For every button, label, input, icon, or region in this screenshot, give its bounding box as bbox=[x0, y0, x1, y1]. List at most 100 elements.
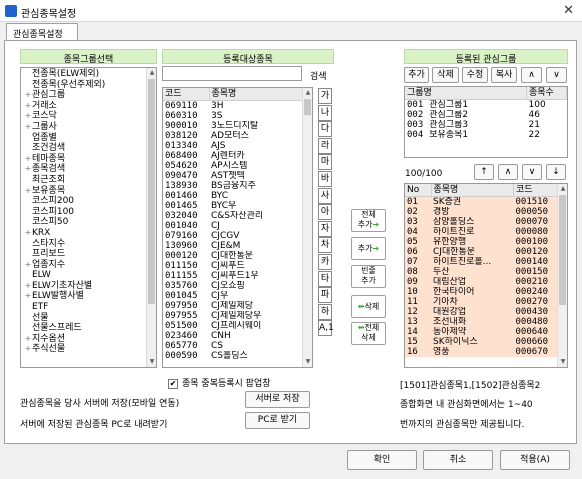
table-row[interactable]: 02 경방 000050 bbox=[405, 207, 558, 217]
tree-item[interactable]: +KRX bbox=[24, 228, 156, 239]
table-row[interactable]: 08 두산 000150 bbox=[405, 267, 558, 277]
add-blank-row-button[interactable]: 빈줄 추가 bbox=[351, 265, 386, 288]
table-row[interactable]: 065770 CS bbox=[163, 341, 303, 351]
table-row[interactable]: 000120 CJ대한통운 bbox=[163, 251, 303, 261]
table-row[interactable]: 035760 CJ오쇼핑 bbox=[163, 281, 303, 291]
scroll-down-icon[interactable]: ▼ bbox=[558, 357, 567, 367]
table-row[interactable]: 060310 3S bbox=[163, 111, 303, 121]
table-row[interactable]: 090470 AST젯텍 bbox=[163, 171, 303, 181]
col-code[interactable]: 코드 bbox=[163, 88, 210, 101]
table-row[interactable]: 097955 CJ제일제당우 bbox=[163, 311, 303, 321]
tree-item[interactable]: +그룹사 bbox=[24, 122, 156, 133]
scroll-up-icon[interactable]: ▲ bbox=[558, 184, 567, 194]
tree-item[interactable]: +종목검색 bbox=[24, 164, 156, 175]
consonant-filter-button[interactable]: 마 bbox=[318, 154, 332, 171]
delete-all-button[interactable]: ⬅전체 삭제 bbox=[351, 322, 386, 345]
group-row[interactable]: 001 관심그룹1 100 bbox=[405, 100, 567, 110]
table-row[interactable]: 07 하이트진로홀... 000140 bbox=[405, 257, 558, 267]
scroll-thumb[interactable] bbox=[148, 79, 155, 304]
tree-item[interactable]: 프리보드 bbox=[24, 249, 156, 260]
tree-item[interactable]: +거래소 bbox=[24, 101, 156, 112]
table-row[interactable]: 069110 3H bbox=[163, 101, 303, 112]
tree-item[interactable]: 코스피50 bbox=[24, 217, 156, 228]
tab-watchlist-settings[interactable]: 관심종목설정 bbox=[6, 23, 78, 41]
table-row[interactable]: 04 하이트진로 000080 bbox=[405, 227, 558, 237]
cancel-button[interactable]: 취소 bbox=[423, 450, 493, 470]
col-no[interactable]: No bbox=[405, 184, 432, 197]
consonant-filter-button[interactable]: 카 bbox=[318, 254, 332, 270]
group-edit-button[interactable]: 수정 bbox=[462, 67, 488, 83]
tree-item[interactable]: +ELW기초자산별 bbox=[24, 281, 156, 292]
consonant-filter-button[interactable]: 타 bbox=[318, 270, 332, 287]
expand-icon[interactable]: + bbox=[24, 344, 32, 355]
consonant-filter-button[interactable]: 사 bbox=[318, 187, 332, 204]
tree-item[interactable]: +관심그룹 bbox=[24, 90, 156, 101]
group-stock-list[interactable]: No 종목명 코드 01 SK증권 001510 02 경방 000050 03 삼양홀딩스 0… bbox=[404, 183, 568, 368]
consonant-filter-button[interactable]: 파 bbox=[318, 287, 332, 304]
table-row[interactable]: 013340 AJS bbox=[163, 141, 303, 151]
expand-icon[interactable]: + bbox=[24, 228, 32, 239]
scroll-up-icon[interactable]: ▲ bbox=[303, 88, 312, 98]
table-row[interactable]: 15 SK하이닉스 000660 bbox=[405, 337, 558, 347]
tree-item[interactable]: 스타지수 bbox=[24, 239, 156, 250]
tree-item[interactable]: ETF bbox=[24, 302, 156, 313]
group-tree-scrollbar[interactable]: ▲ ▼ bbox=[146, 68, 156, 367]
expand-icon[interactable]: + bbox=[24, 90, 32, 101]
table-row[interactable]: 138930 BS금융지주 bbox=[163, 181, 303, 191]
tree-item[interactable]: 조건검색 bbox=[24, 143, 156, 154]
table-row[interactable]: 011150 CJ씨푸드 bbox=[163, 261, 303, 271]
scroll-up-icon[interactable]: ▲ bbox=[147, 68, 156, 78]
tree-item[interactable]: +업종지수 bbox=[24, 260, 156, 271]
consonant-filter-button[interactable]: 라 bbox=[318, 137, 332, 154]
expand-icon[interactable]: + bbox=[24, 334, 32, 345]
close-icon[interactable]: ✕ bbox=[563, 3, 574, 18]
tree-item[interactable]: 전종목(ELW제외) bbox=[24, 69, 156, 80]
table-row[interactable]: 097950 CJ제일제당 bbox=[163, 301, 303, 311]
consonant-filter-button[interactable]: 가 bbox=[318, 88, 332, 104]
move-bottom-button[interactable]: ↓ bbox=[546, 164, 566, 180]
expand-icon[interactable]: + bbox=[24, 101, 32, 112]
consonant-filter-button[interactable]: 다 bbox=[318, 121, 332, 138]
search-input[interactable] bbox=[162, 66, 302, 81]
tree-item[interactable]: +코스닥 bbox=[24, 111, 156, 122]
table-row[interactable]: 054620 AP시스템 bbox=[163, 161, 303, 171]
checkbox-check-icon[interactable]: ✔ bbox=[168, 378, 178, 389]
table-row[interactable]: 16 영풍 000670 bbox=[405, 347, 558, 357]
group-move-down-button[interactable]: ∨ bbox=[546, 67, 567, 83]
col-group-name[interactable]: 그룹명 bbox=[405, 87, 527, 100]
table-row[interactable]: 051500 CJ프레시웨이 bbox=[163, 321, 303, 331]
table-row[interactable]: 05 유한양행 000100 bbox=[405, 237, 558, 247]
consonant-filter-button[interactable]: 나 bbox=[318, 104, 332, 121]
tree-item[interactable]: 코스피200 bbox=[24, 196, 156, 207]
table-row[interactable]: 011155 CJ씨푸드1우 bbox=[163, 271, 303, 281]
add-button[interactable]: 추가➔ bbox=[351, 237, 386, 260]
tree-item[interactable]: +주식선물 bbox=[24, 344, 156, 355]
expand-icon[interactable]: + bbox=[24, 154, 32, 165]
table-row[interactable]: 09 대림산업 000210 bbox=[405, 277, 558, 287]
tree-item[interactable]: 최근조회 bbox=[24, 175, 156, 186]
download-to-pc-button[interactable]: PC로 받기 bbox=[245, 412, 310, 429]
table-row[interactable]: 001045 CJ우 bbox=[163, 291, 303, 301]
move-top-button[interactable]: ↑ bbox=[474, 164, 494, 180]
delete-button[interactable]: ⬅삭제 bbox=[351, 295, 386, 318]
expand-icon[interactable]: + bbox=[24, 260, 32, 271]
table-row[interactable]: 001465 BYC우 bbox=[163, 201, 303, 211]
table-row[interactable]: 038120 AD모터스 bbox=[163, 131, 303, 141]
expand-icon[interactable]: + bbox=[24, 164, 32, 175]
group-list[interactable]: 그룹명 종목수 001 관심그룹1 100 002 관심그룹2 46 003 관심그룹3 21 0… bbox=[404, 86, 568, 158]
consonant-filter-button[interactable]: 하 bbox=[318, 303, 332, 320]
tree-item[interactable]: +ELW발행사별 bbox=[24, 291, 156, 302]
consonant-filter-button[interactable]: 아 bbox=[318, 204, 332, 221]
table-row[interactable]: 06 CJ대한통운 000120 bbox=[405, 247, 558, 257]
scroll-down-icon[interactable]: ▼ bbox=[147, 357, 156, 367]
tree-item[interactable]: +지수옵션 bbox=[24, 334, 156, 345]
scroll-thumb[interactable] bbox=[304, 99, 311, 115]
group-row[interactable]: 003 관심그룹3 21 bbox=[405, 120, 567, 130]
tree-item[interactable]: 선물 bbox=[24, 313, 156, 324]
table-row[interactable]: 12 대원강업 000430 bbox=[405, 307, 558, 317]
save-to-server-button[interactable]: 서버로 저장 bbox=[245, 391, 310, 408]
move-down-button[interactable]: ∨ bbox=[522, 164, 542, 180]
col-stock-code[interactable]: 코드 bbox=[513, 184, 558, 197]
table-row[interactable]: 03 삼양홀딩스 000070 bbox=[405, 217, 558, 227]
expand-icon[interactable]: + bbox=[24, 281, 32, 292]
